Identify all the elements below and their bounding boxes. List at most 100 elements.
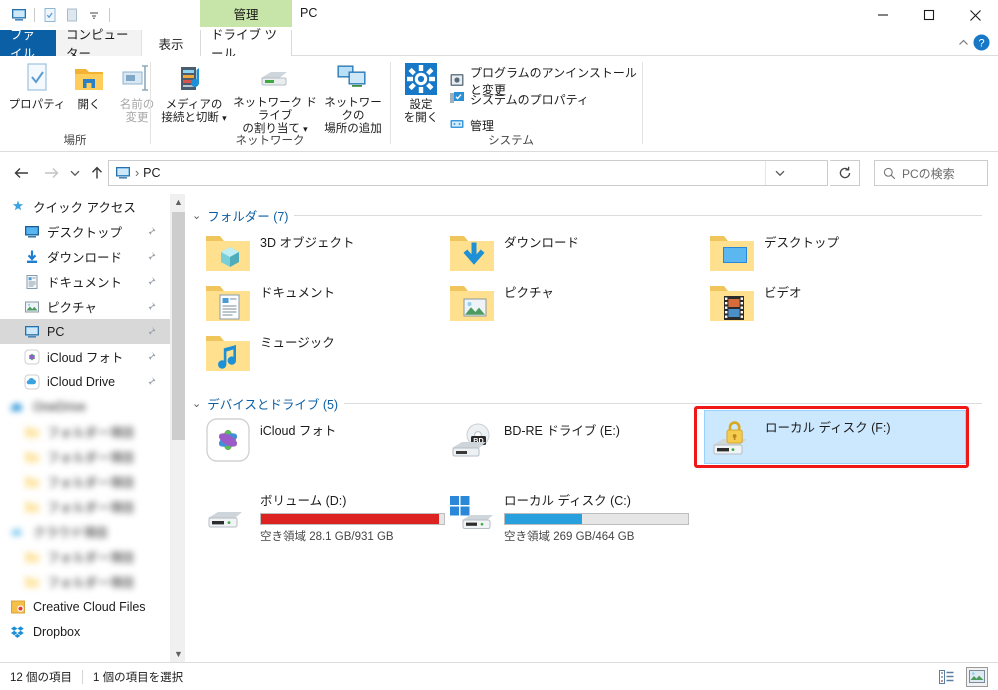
drive-tile[interactable]: ローカル ディスク (C:) 空き領域 269 GB/464 GB (448, 486, 689, 544)
pin-icon[interactable] (147, 250, 160, 266)
new-folder-icon[interactable] (61, 4, 83, 26)
ribbon-divider-3 (642, 62, 643, 144)
windows-drive-icon (448, 486, 496, 534)
sidebar-item[interactable]: フォルダー項目 (0, 544, 170, 569)
ribbon-button-add-network-location[interactable]: ネットワークの 場所の追加 (319, 60, 387, 135)
collapse-ribbon-icon[interactable] (957, 36, 970, 54)
customize-dropdown-icon[interactable] (83, 4, 105, 26)
scrollbar-thumb[interactable] (172, 212, 185, 440)
sidebar-item[interactable]: フォルダー項目 (0, 419, 170, 444)
sidebar-item[interactable]: フォルダー項目 (0, 469, 170, 494)
recent-locations-icon[interactable] (64, 162, 86, 184)
sidebar-item[interactable]: ドキュメント (0, 269, 170, 294)
sidebar-item-label: クイック アクセス (33, 201, 136, 215)
up-arrow-icon[interactable] (86, 162, 108, 184)
drive-tile[interactable]: ローカル ディスク (F:) (704, 410, 966, 464)
minimize-icon[interactable] (860, 0, 906, 30)
scroll-up-arrow-icon[interactable]: ▲ (171, 194, 186, 210)
sidebar-item[interactable]: ダウンロード (0, 244, 170, 269)
drive-tile[interactable]: iCloud フォト (204, 416, 336, 464)
sidebar-item[interactable]: Dropbox (0, 619, 170, 644)
folder-tile[interactable]: 3D オブジェクト (204, 228, 354, 276)
ribbon-button-open-settings[interactable]: 設定 を開く (399, 60, 443, 130)
drive-free-space: 空き領域 269 GB/464 GB (504, 531, 635, 543)
pin-icon[interactable] (147, 300, 160, 316)
sidebar-item[interactable]: ピクチャ (0, 294, 170, 319)
chevron-down-icon[interactable]: ⌄ (192, 209, 201, 222)
sidebar-item[interactable]: フォルダー項目 (0, 494, 170, 519)
address-field[interactable]: › PC (108, 160, 828, 186)
details-view-icon[interactable] (936, 667, 958, 687)
pin-icon[interactable] (147, 375, 160, 391)
open-folder-icon (72, 60, 106, 96)
downloads-icon (22, 249, 42, 265)
sidebar-item[interactable]: デスクトップ (0, 219, 170, 244)
folder-tile[interactable]: デスクトップ (708, 228, 839, 276)
sidebar-item[interactable]: Creative Cloud Files (0, 594, 170, 619)
ribbon-label-system-properties: システムのプロパティ (470, 93, 589, 107)
tab-file[interactable]: ファイル (0, 28, 56, 61)
ribbon-label-add-network-location: ネットワークの 場所の追加 (324, 97, 382, 135)
drive-usage-bar (260, 513, 445, 525)
help-icon[interactable]: ? (973, 34, 990, 56)
folder-tile[interactable]: ピクチャ (448, 278, 554, 326)
sidebar-item[interactable]: フォルダー項目 (0, 569, 170, 594)
tab-drive-tools[interactable]: ドライブ ツール (200, 28, 292, 61)
refresh-icon[interactable] (830, 160, 860, 186)
tab-view[interactable]: 表示 (142, 30, 200, 56)
sidebar-item[interactable]: OneDrive (0, 394, 170, 419)
window-controls (860, 0, 998, 30)
pin-icon[interactable] (147, 325, 160, 341)
hard-drive-icon (204, 486, 252, 534)
sidebar-item-label: フォルダー項目 (47, 501, 135, 515)
back-arrow-icon[interactable] (10, 162, 32, 184)
maximize-icon[interactable] (906, 0, 952, 30)
locked-drive-icon (709, 413, 757, 461)
sidebar-item-label: iCloud Drive (47, 374, 116, 389)
folder-tile[interactable]: ミュージック (204, 328, 335, 376)
sidebar-item[interactable]: クラウド項目 (0, 519, 170, 544)
cloud-icon (8, 524, 28, 540)
properties-icon[interactable] (39, 4, 61, 26)
sidebar-item[interactable]: iCloud フォト (0, 344, 170, 369)
icloud-drive-icon (22, 374, 42, 390)
address-dropdown-icon[interactable] (765, 161, 793, 185)
desktop-icon (22, 224, 42, 240)
large-icons-view-icon[interactable] (966, 666, 988, 687)
folder-tile[interactable]: ビデオ (708, 278, 802, 326)
folder-tile[interactable]: ドキュメント (204, 278, 335, 326)
view-mode-buttons (936, 666, 988, 687)
folder-3d-objects-icon (204, 228, 252, 276)
this-pc-icon[interactable] (8, 4, 30, 26)
ribbon-button-map-network-drive[interactable]: ネットワーク ドライブ の割り当て ▾ (233, 60, 317, 135)
breadcrumb-separator[interactable]: › (135, 166, 139, 180)
breadcrumb-item-pc[interactable]: PC (143, 166, 160, 180)
address-bar: › PC PCの検索 (0, 152, 998, 194)
sidebar-item[interactable]: iCloud Drive (0, 369, 170, 394)
this-pc-icon[interactable] (115, 165, 131, 181)
sidebar-item[interactable]: フォルダー項目 (0, 444, 170, 469)
ribbon-item-system-properties[interactable]: システムのプロパティ (449, 90, 589, 109)
pin-icon[interactable] (147, 225, 160, 241)
group-header-folders[interactable]: ⌄ フォルダー (7) (192, 206, 982, 225)
folder-icon (22, 449, 42, 465)
ribbon-label-media-connect: メディアの 接続と切断 ▾ (161, 99, 227, 124)
folder-icon (22, 424, 42, 440)
drive-tile[interactable]: ボリューム (D:) 空き領域 28.1 GB/931 GB (204, 486, 445, 544)
sidebar-item-label: PC (47, 324, 65, 339)
search-input[interactable]: PCの検索 (874, 160, 988, 186)
close-icon[interactable] (952, 0, 998, 30)
pin-icon[interactable] (147, 350, 160, 366)
navigation-scrollbar[interactable]: ▲ ▼ (170, 194, 185, 662)
sidebar-item[interactable]: PC (0, 319, 170, 344)
folder-tile[interactable]: ダウンロード (448, 228, 579, 276)
ribbon-button-media-connect[interactable]: メディアの 接続と切断 ▾ (157, 60, 231, 130)
contextual-tab-header: 管理 (200, 0, 292, 27)
folder-pictures-icon (448, 278, 496, 326)
chevron-down-icon[interactable]: ⌄ (192, 397, 201, 410)
drive-tile[interactable]: BD BD-RE ドライブ (E:) (448, 416, 620, 464)
pin-icon[interactable] (147, 275, 160, 291)
tab-computer[interactable]: コンピューター (56, 28, 142, 61)
sidebar-item[interactable]: クイック アクセス (0, 194, 170, 219)
scroll-down-arrow-icon[interactable]: ▼ (171, 646, 186, 662)
